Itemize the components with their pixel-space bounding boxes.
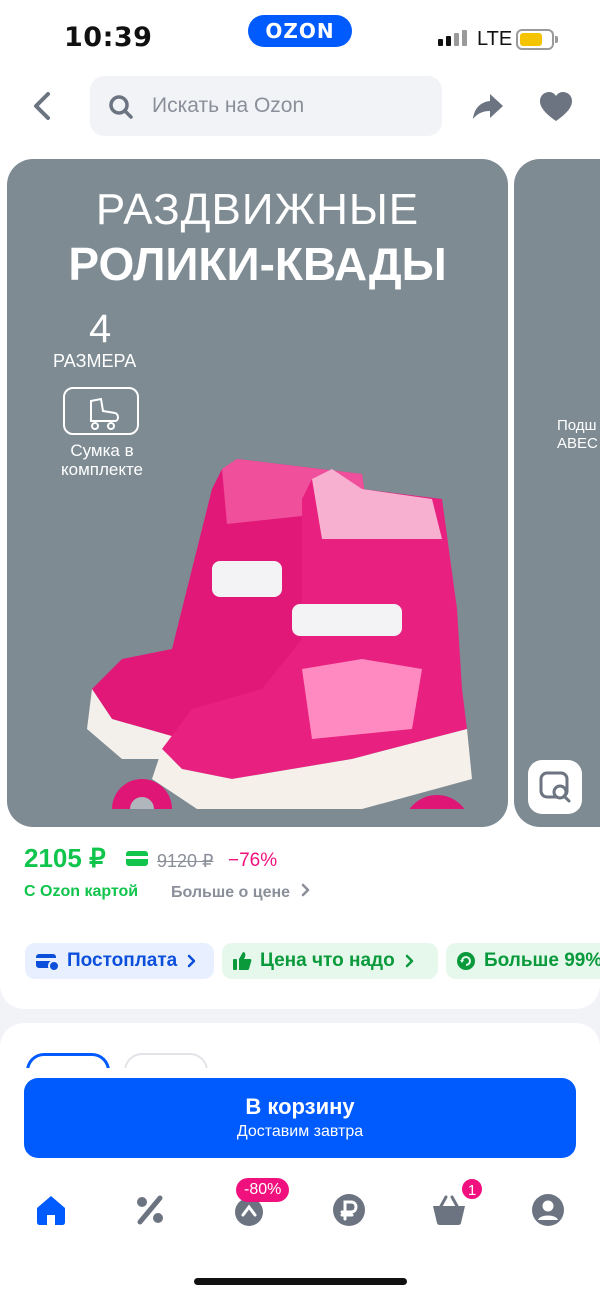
tab-profile[interactable]	[518, 1185, 578, 1235]
cart-count-badge: 1	[460, 1177, 484, 1201]
signal-icon	[438, 30, 467, 46]
tab-finance[interactable]	[319, 1185, 379, 1235]
chip-good-price[interactable]: Цена что надо	[222, 943, 438, 979]
product-image	[87, 459, 472, 809]
status-bar: 10:39 OZON LTE	[0, 0, 600, 72]
visual-search-button[interactable]	[528, 760, 582, 814]
battery-icon	[516, 29, 558, 50]
tab-sale[interactable]	[120, 1185, 180, 1235]
promo-badge: -80%	[236, 1178, 290, 1202]
ozon-card-label: С Ozon картой	[24, 883, 139, 900]
gallery-slide-next[interactable]: Подш АВЕС	[514, 159, 600, 827]
benefit-chips: Постоплата Цена что надо Больше 99%	[0, 929, 600, 1009]
cart-icon	[433, 1195, 465, 1225]
back-button[interactable]	[26, 86, 60, 126]
chevron-right-icon	[187, 954, 196, 968]
search-input[interactable]: Искать на Ozon	[90, 76, 442, 136]
share-button[interactable]	[470, 88, 506, 124]
chip-postpay[interactable]: Постоплата	[25, 943, 214, 979]
product-page: 10:39 OZON LTE Искать на Ozon РАЗДВИЖНЫЕ…	[0, 0, 600, 1297]
product-gallery[interactable]: РАЗДВИЖНЫЕ РОЛИКИ-КВАДЫ 4 РАЗМЕРА Сумка …	[0, 152, 600, 837]
ruble-icon	[333, 1194, 365, 1226]
price-current: 2105 ₽	[24, 843, 106, 873]
share-icon	[473, 94, 503, 119]
chip-postpay-label: Постоплата	[67, 950, 178, 971]
ozon-logo: OZON	[248, 15, 352, 47]
visual-search-icon	[539, 771, 571, 803]
tab-bar	[0, 1175, 600, 1245]
ozon-card-icon	[126, 851, 148, 866]
add-to-cart-button[interactable]: В корзину Доставим завтра	[24, 1078, 576, 1158]
price-old: 9120 ₽	[157, 851, 214, 871]
heart-icon	[540, 92, 572, 121]
delivery-label: Доставим завтра	[236, 1123, 364, 1140]
favorite-button[interactable]	[538, 90, 574, 124]
add-to-cart-label: В корзину	[245, 1094, 355, 1119]
chevron-right-icon	[301, 883, 309, 897]
chevron-right-icon	[405, 954, 413, 968]
search-placeholder: Искать на Ozon	[152, 94, 305, 117]
gallery-slide-main[interactable]: РАЗДВИЖНЫЕ РОЛИКИ-КВАДЫ 4 РАЗМЕРА Сумка …	[7, 159, 508, 827]
search-icon	[109, 95, 133, 119]
status-time: 10:39	[64, 22, 153, 53]
more-about-price-label: Больше о цене	[171, 884, 291, 901]
network-type: LTE	[477, 28, 513, 50]
profile-icon	[532, 1194, 564, 1226]
chip-more-99[interactable]: Больше 99%	[446, 943, 600, 979]
next-slide-text: Подш АВЕС	[557, 417, 598, 452]
more-about-price-link[interactable]: Больше о цене	[171, 883, 313, 902]
top-header: Искать на Ozon	[0, 72, 600, 152]
percent-icon	[137, 1195, 163, 1225]
home-icon	[37, 1196, 65, 1225]
postpay-card-icon	[36, 954, 59, 971]
chip-more-99-label: Больше 99%	[484, 950, 600, 971]
slide-title-line1: РАЗДВИЖНЫЕ	[95, 185, 420, 234]
home-indicator	[194, 1278, 407, 1285]
price-block: 2105 ₽ 9120 ₽ −76% С Ozon картой Больше …	[0, 837, 600, 929]
chip-good-price-label: Цена что надо	[260, 950, 395, 971]
thumbs-up-icon	[233, 952, 252, 970]
back-arrow-icon	[34, 92, 50, 120]
slide-title-line2: РОЛИКИ-КВАДЫ	[68, 238, 447, 290]
tab-home[interactable]	[21, 1185, 81, 1235]
refresh-icon	[457, 952, 475, 970]
price-discount: −76%	[228, 850, 278, 871]
